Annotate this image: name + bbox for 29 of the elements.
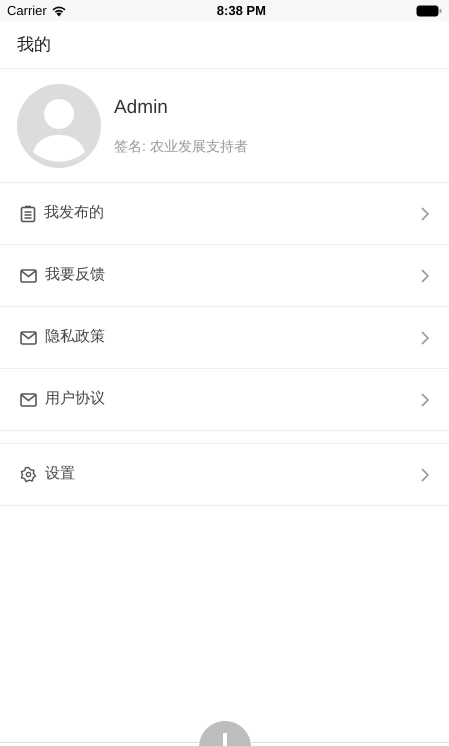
gear-icon <box>20 466 37 483</box>
battery-icon <box>416 4 442 16</box>
chevron-right-icon <box>421 392 429 406</box>
carrier-label: Carrier <box>7 2 47 20</box>
wifi-icon <box>50 4 67 16</box>
chevron-right-icon <box>421 330 429 344</box>
clipboard-icon <box>20 204 36 222</box>
menu-label: 设置 <box>45 464 76 484</box>
menu-label: 用户协议 <box>45 389 106 410</box>
page-title: 我的 <box>17 34 51 56</box>
chevron-right-icon <box>421 268 429 282</box>
user-name: Admin <box>114 96 169 120</box>
menu-item[interactable]: 用户协议 <box>0 369 449 431</box>
avatar-icon <box>17 84 101 168</box>
add-button[interactable] <box>197 719 253 746</box>
menu-label: 我发布的 <box>44 203 105 224</box>
menu-item[interactable]: 我要反馈 <box>0 245 449 307</box>
clock-time: 8:38 PM <box>216 2 266 20</box>
menu-label: 隐私政策 <box>45 327 106 348</box>
mail-icon <box>20 268 37 282</box>
menu-label: 我要反馈 <box>45 265 106 286</box>
mail-icon <box>20 330 37 344</box>
menu-item[interactable]: 我发布的 <box>0 183 449 245</box>
chevron-right-icon <box>421 206 429 220</box>
mail-icon <box>20 392 37 406</box>
chevron-right-icon <box>421 468 429 482</box>
user-signature: 签名: 农业发展支持者 <box>114 137 248 156</box>
menu-item[interactable]: 隐私政策 <box>0 307 449 369</box>
menu-item[interactable]: 设置 <box>0 444 449 506</box>
